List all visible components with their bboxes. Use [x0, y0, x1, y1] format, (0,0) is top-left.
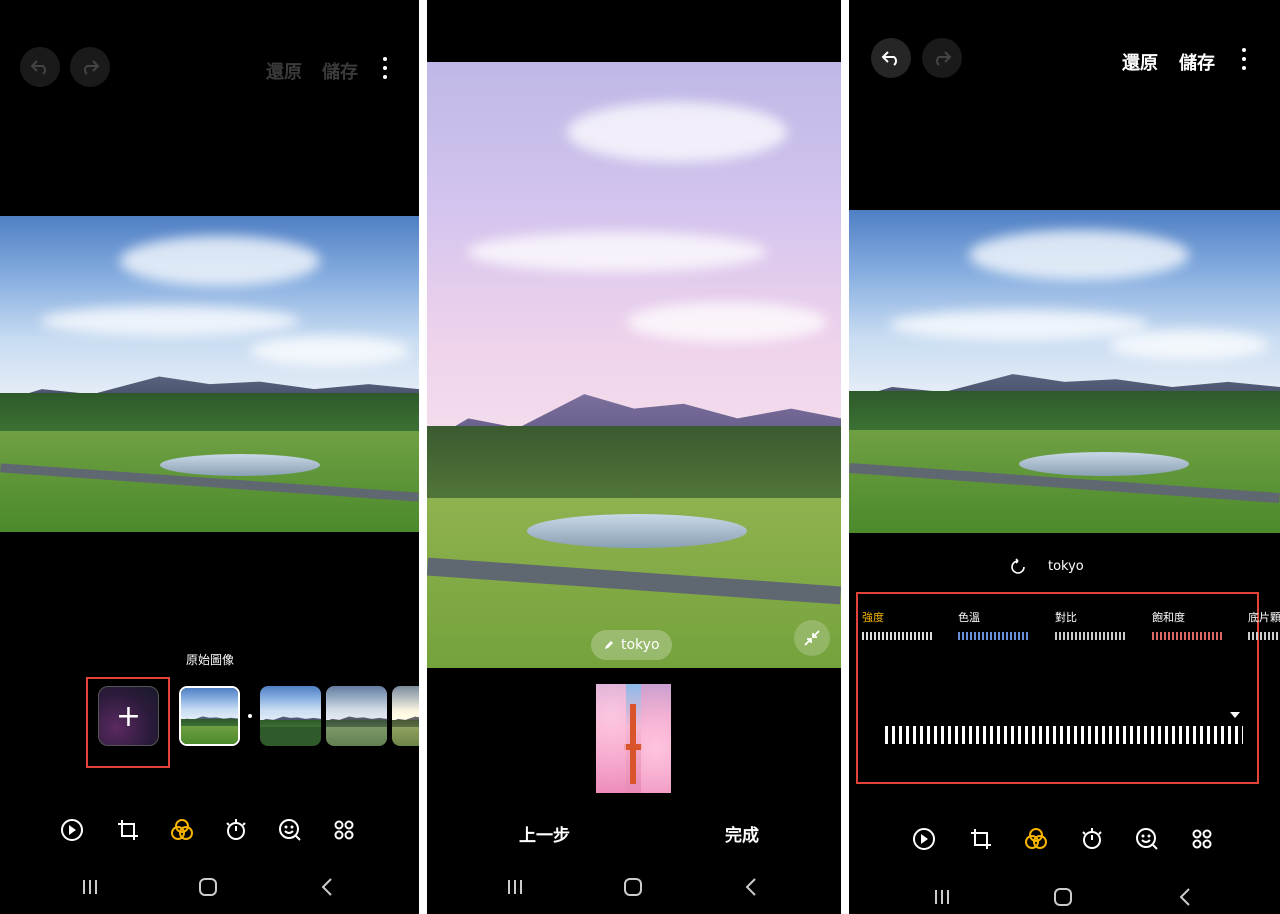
photo-preview [427, 62, 841, 668]
save-button[interactable]: 儲存 [1179, 49, 1215, 75]
play-icon[interactable] [58, 817, 84, 843]
more-tools-icon[interactable] [1189, 826, 1215, 852]
highlight-box [86, 677, 170, 768]
undo-icon [30, 60, 46, 75]
redo-button[interactable] [70, 47, 110, 87]
back-icon[interactable] [744, 877, 758, 897]
tab-intensity[interactable]: 強度 [862, 609, 884, 625]
redo-icon [84, 60, 100, 75]
recents-icon[interactable] [506, 878, 524, 896]
filter-thumb-original[interactable] [179, 686, 240, 746]
tab-saturation[interactable]: 飽和度 [1152, 609, 1185, 625]
undo-button[interactable] [20, 47, 60, 87]
filter-icon[interactable] [1023, 826, 1049, 852]
recents-icon[interactable] [933, 888, 951, 906]
saturation-mini-slider [1152, 632, 1224, 640]
sticker-icon[interactable] [1134, 826, 1160, 852]
home-icon[interactable] [1053, 887, 1073, 907]
brightness-icon[interactable] [223, 817, 249, 843]
save-button[interactable]: 儲存 [322, 58, 358, 84]
sticker-icon[interactable] [277, 817, 303, 843]
filter-adjust-panel: 還原 儲存 tokyo 強度 色溫 對比 飽和度 底片顆 [849, 0, 1280, 914]
filter-name: tokyo [621, 637, 660, 653]
filter-name: tokyo [1048, 559, 1084, 574]
done-button[interactable]: 完成 [725, 821, 759, 846]
more-options-icon[interactable] [382, 57, 388, 79]
back-icon[interactable] [1178, 887, 1192, 907]
editor-panel-filters: 還原 儲存 原始圖像 + [0, 0, 419, 914]
more-options-icon[interactable] [1241, 48, 1247, 70]
filter-edit-panel: tokyo 上一步 完成 [427, 0, 841, 914]
home-icon[interactable] [198, 877, 218, 897]
intensity-slider[interactable] [885, 726, 1243, 744]
redo-button[interactable] [922, 38, 962, 78]
filter-thumb[interactable] [392, 686, 419, 746]
custom-filter-source-image [596, 684, 671, 793]
separator-dot [248, 714, 252, 718]
filter-thumb[interactable] [326, 686, 387, 746]
recents-icon[interactable] [81, 878, 99, 896]
undo-icon [881, 51, 897, 66]
redo-icon [936, 51, 952, 66]
temperature-mini-slider [958, 632, 1030, 640]
collapse-icon [804, 630, 820, 646]
crop-rotate-icon[interactable] [115, 817, 141, 843]
tab-temperature[interactable]: 色溫 [958, 609, 980, 625]
filter-thumb[interactable] [260, 686, 321, 746]
home-icon[interactable] [623, 877, 643, 897]
back-icon[interactable] [320, 877, 334, 897]
filter-name-chip[interactable]: tokyo [591, 630, 672, 660]
film-grain-mini-slider [1248, 632, 1280, 640]
crop-rotate-icon[interactable] [968, 826, 994, 852]
previous-step-button[interactable]: 上一步 [519, 821, 570, 846]
slider-indicator-icon [1230, 712, 1240, 718]
undo-button[interactable] [871, 38, 911, 78]
tab-film-grain[interactable]: 底片顆 [1248, 609, 1280, 625]
more-tools-icon[interactable] [331, 817, 357, 843]
intensity-mini-slider [862, 632, 932, 640]
reset-filter-button[interactable] [1009, 558, 1027, 580]
reset-icon [1011, 558, 1025, 574]
collapse-button[interactable] [794, 620, 830, 656]
contrast-mini-slider [1055, 632, 1127, 640]
tab-contrast[interactable]: 對比 [1055, 609, 1077, 625]
filter-icon[interactable] [169, 817, 195, 843]
photo-preview [849, 210, 1280, 533]
revert-button[interactable]: 還原 [1122, 49, 1158, 75]
original-image-label: 原始圖像 [186, 653, 235, 667]
revert-button[interactable]: 還原 [266, 58, 302, 84]
photo-preview [0, 216, 419, 532]
pencil-icon [605, 641, 613, 649]
brightness-icon[interactable] [1079, 826, 1105, 852]
play-icon[interactable] [910, 826, 936, 852]
